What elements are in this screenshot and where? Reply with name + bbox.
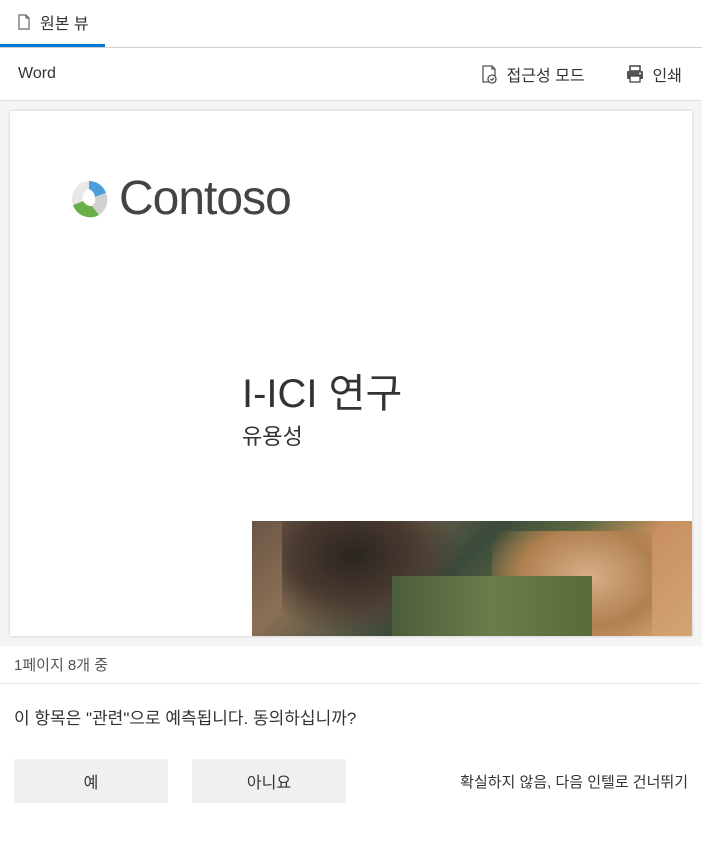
accessibility-label: 접근성 모드: [507, 62, 585, 86]
skip-link[interactable]: 확실하지 않음, 다음 인텔로 건너뛰기: [460, 771, 688, 792]
tab-label: 원본 뷰: [40, 10, 89, 34]
company-logo-section: Contoso: [65, 171, 291, 226]
accessibility-mode-button[interactable]: 접근성 모드: [479, 62, 585, 86]
print-label: 인쇄: [653, 62, 682, 86]
feedback-question: 이 항목은 "관련"으로 예측됩니다. 동의하십니까?: [14, 704, 688, 729]
document-icon: [16, 14, 32, 30]
document-viewer: Contoso I-ICI 연구 유용성: [0, 101, 702, 646]
print-icon: [625, 64, 645, 84]
company-name: Contoso: [119, 171, 291, 226]
tab-bar: 원본 뷰: [0, 0, 702, 48]
document-page: Contoso I-ICI 연구 유용성: [10, 111, 692, 636]
print-button[interactable]: 인쇄: [625, 62, 682, 86]
company-logo-icon: [65, 175, 113, 223]
no-button[interactable]: 아니요: [192, 759, 346, 803]
document-subtitle: 유용성: [242, 419, 303, 451]
app-label: Word: [18, 65, 56, 83]
accessibility-icon: [479, 64, 499, 84]
feedback-section: 이 항목은 "관련"으로 예측됩니다. 동의하십니까? 예 아니요 확실하지 않…: [0, 684, 702, 803]
feedback-actions: 예 아니요 확실하지 않음, 다음 인텔로 건너뛰기: [14, 759, 688, 803]
toolbar: Word 접근성 모드 인쇄: [0, 48, 702, 101]
toolbar-actions: 접근성 모드 인쇄: [479, 62, 683, 86]
yes-button[interactable]: 예: [14, 759, 168, 803]
document-photo: [252, 521, 692, 636]
page-status: 1페이지 8개 중: [0, 646, 702, 684]
document-title: I-ICI 연구: [242, 361, 402, 419]
tab-original-view[interactable]: 원본 뷰: [0, 0, 105, 47]
